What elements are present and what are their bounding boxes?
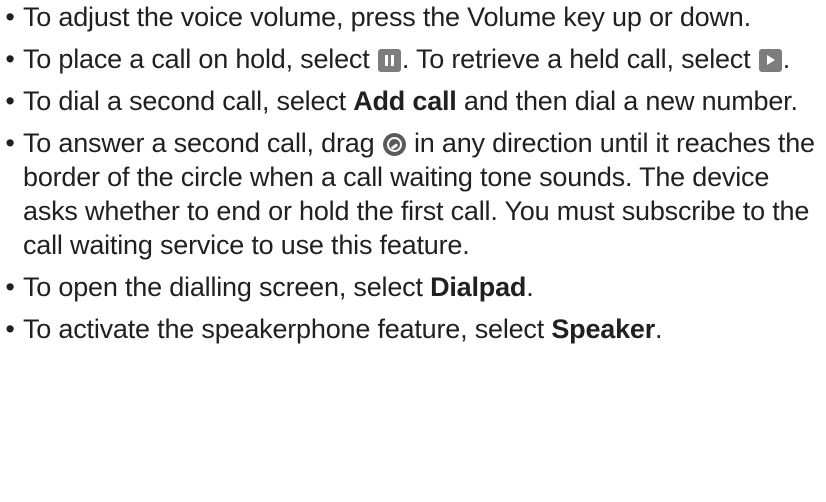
- dialpad-label: Dialpad: [430, 272, 527, 302]
- item-text: .: [526, 272, 534, 302]
- add-call-label: Add call: [353, 86, 457, 116]
- list-item-speaker: • To activate the speakerphone feature, …: [0, 312, 826, 346]
- pause-icon: [377, 49, 401, 72]
- bullet: •: [5, 128, 15, 158]
- item-text: .: [782, 44, 791, 74]
- item-text: To dial a second call, select: [23, 86, 354, 116]
- item-text: To adjust the voice volume, press the Vo…: [23, 2, 751, 32]
- list-item-add-call: • To dial a second call, select Add call…: [0, 84, 826, 118]
- item-text: and then dial a new number.: [456, 86, 798, 116]
- item-text: .: [655, 314, 663, 344]
- item-text: . To retrieve a held call, select: [401, 44, 758, 74]
- speaker-label: Speaker: [551, 314, 656, 344]
- bullet: •: [5, 44, 15, 74]
- instruction-list: • To adjust the voice volume, press the …: [0, 0, 826, 354]
- item-text: To place a call on hold, select: [23, 44, 377, 74]
- list-item-dialpad: • To open the dialling screen, select Di…: [0, 270, 826, 304]
- list-item-hold: • To place a call on hold, select . To r…: [0, 42, 826, 76]
- play-icon: [758, 49, 782, 72]
- bullet: •: [5, 314, 15, 344]
- list-item-second-call: • To answer a second call, drag in any d…: [0, 126, 826, 262]
- answer-call-icon: [382, 133, 406, 156]
- bullet: •: [5, 272, 15, 302]
- item-text: To open the dialling screen, select: [23, 272, 431, 302]
- bullet: •: [5, 86, 15, 116]
- bullet: •: [5, 2, 15, 32]
- item-text: To answer a second call, drag: [23, 128, 382, 158]
- list-item-volume: • To adjust the voice volume, press the …: [0, 0, 826, 34]
- item-text: To activate the speakerphone feature, se…: [23, 314, 552, 344]
